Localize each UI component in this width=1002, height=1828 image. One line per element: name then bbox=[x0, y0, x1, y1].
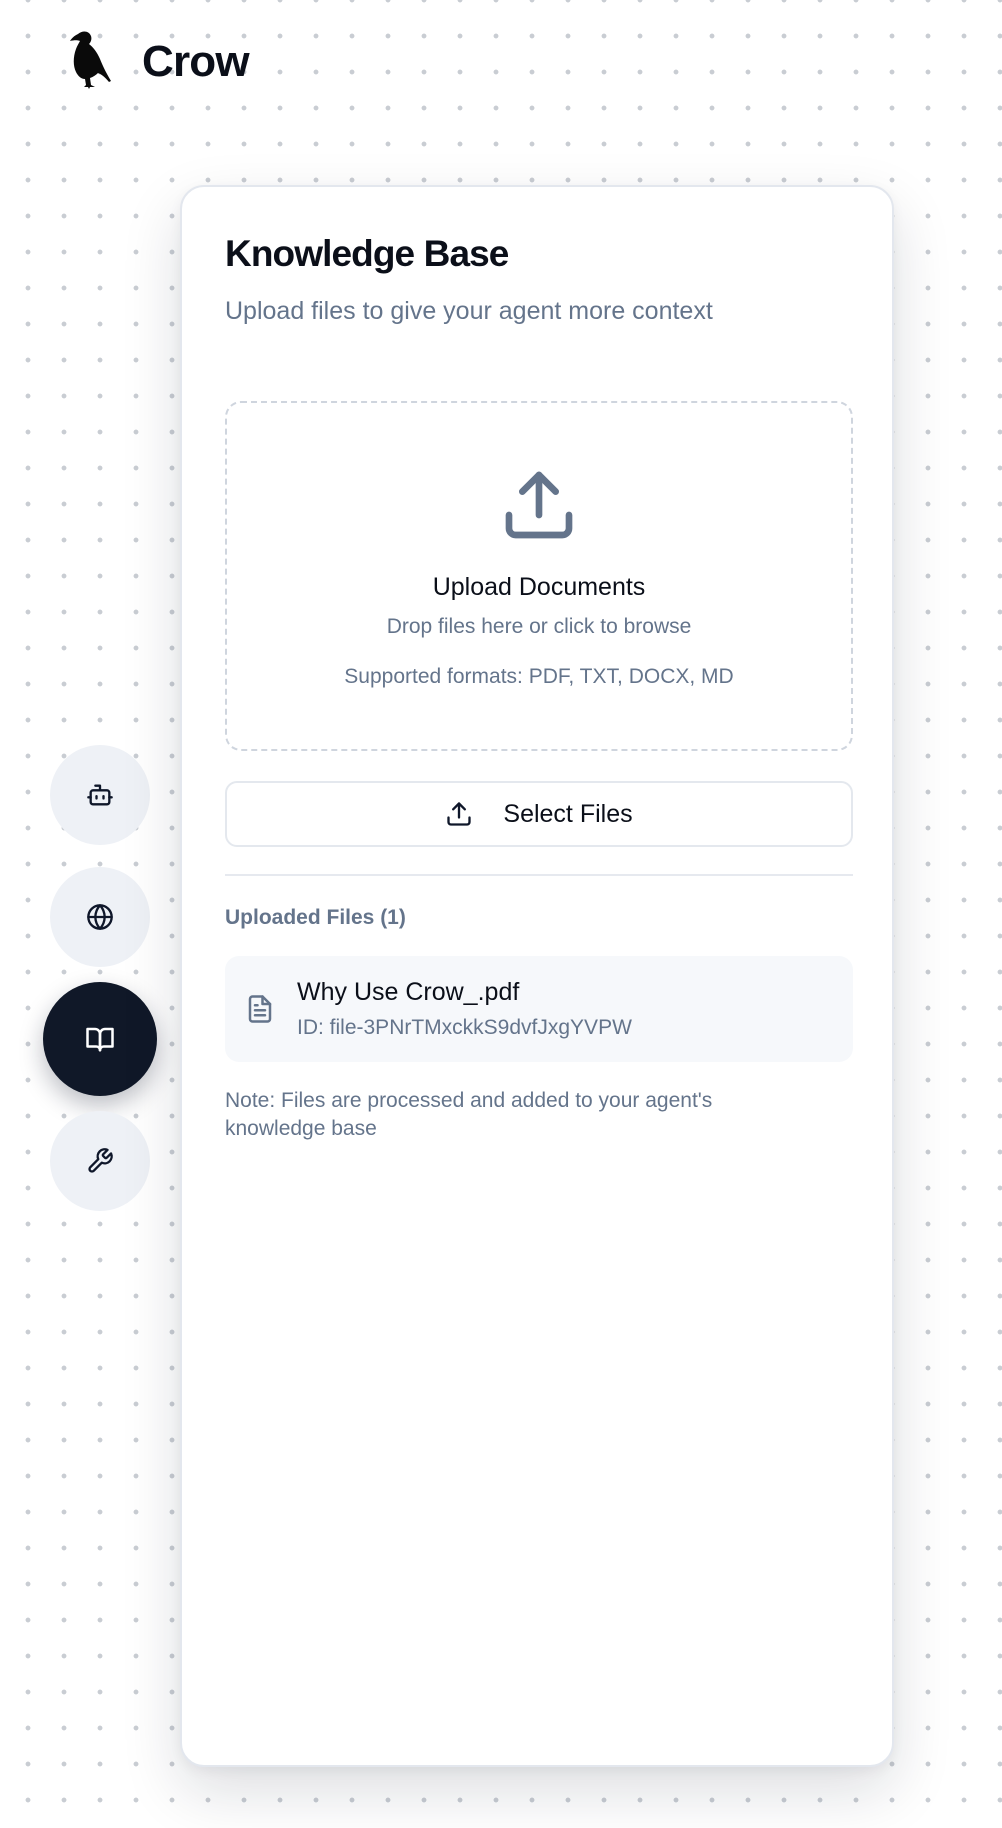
crow-icon bbox=[70, 31, 111, 89]
divider bbox=[225, 874, 853, 876]
select-files-label: Select Files bbox=[503, 799, 633, 828]
dropzone-hint: Drop files here or click to browse bbox=[386, 615, 692, 638]
upload-dropzone[interactable]: Upload Documents Drop files here or clic… bbox=[225, 401, 853, 751]
file-id: ID: file-3PNrTMxckkS9dvfJxgYVPW bbox=[297, 1016, 632, 1039]
uploaded-files-heading: Uploaded Files (1) bbox=[225, 906, 406, 929]
bot-icon bbox=[87, 784, 113, 806]
nav-web-button[interactable] bbox=[50, 867, 150, 967]
file-text-icon bbox=[248, 995, 272, 1023]
wrench-icon bbox=[88, 1148, 113, 1173]
brand[interactable]: Crow bbox=[62, 30, 250, 94]
brand-name: Crow bbox=[142, 37, 250, 86]
panel-title: Knowledge Base bbox=[225, 233, 509, 274]
uploaded-file-item[interactable]: Why Use Crow_.pdf ID: file-3PNrTMxckkS9d… bbox=[225, 956, 853, 1062]
dropzone-formats: Supported formats: PDF, TXT, DOCX, MD bbox=[344, 665, 734, 688]
upload-icon bbox=[447, 802, 472, 826]
book-open-icon bbox=[86, 1027, 114, 1052]
upload-icon bbox=[505, 471, 573, 539]
globe-icon bbox=[87, 904, 113, 930]
panel-subtitle: Upload files to give your agent more con… bbox=[225, 297, 713, 325]
processing-note: Note: Files are processed and added to y… bbox=[225, 1089, 713, 1140]
nav-knowledge-base-button[interactable] bbox=[43, 982, 157, 1096]
file-name: Why Use Crow_.pdf bbox=[297, 978, 520, 1006]
nav-tools-button[interactable] bbox=[50, 1111, 150, 1211]
nav-agent-button[interactable] bbox=[50, 745, 150, 845]
knowledge-base-panel: Knowledge Base Upload files to give your… bbox=[180, 185, 894, 1767]
dropzone-title: Upload Documents bbox=[432, 573, 646, 601]
select-files-button[interactable]: Select Files bbox=[225, 781, 853, 847]
